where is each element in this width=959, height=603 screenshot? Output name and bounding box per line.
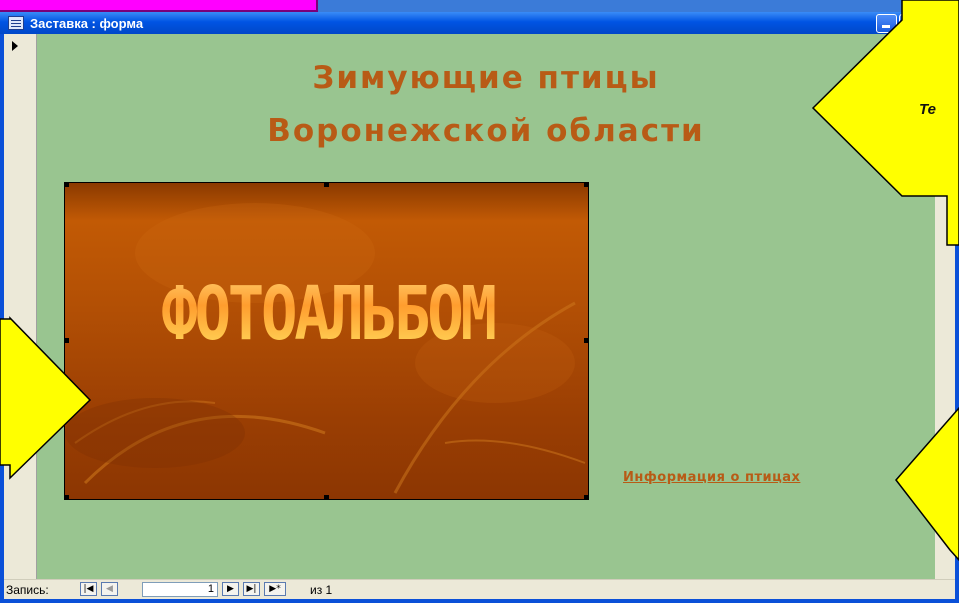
top-right-arrow <box>811 0 959 246</box>
left-arrow <box>0 316 92 480</box>
right-arrow <box>895 406 959 562</box>
callout-label: Те <box>919 101 936 118</box>
callout-arrows <box>0 0 959 562</box>
